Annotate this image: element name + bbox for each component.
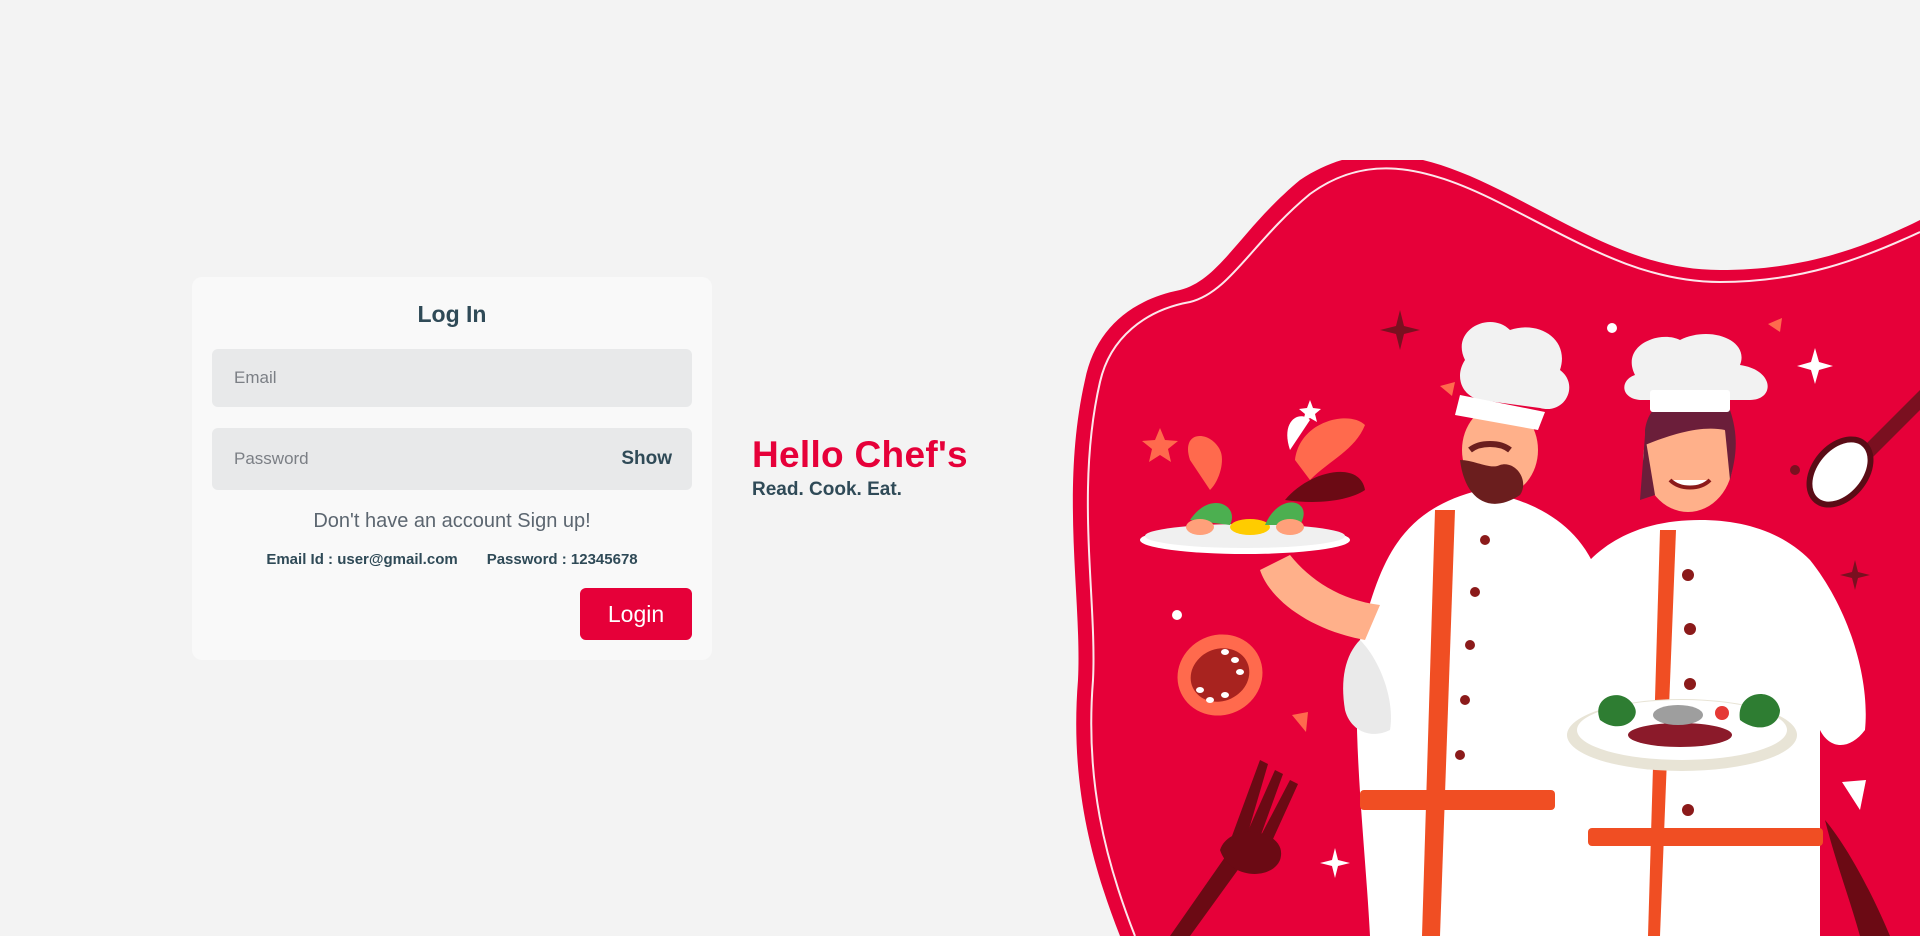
email-field-container[interactable] — [212, 349, 692, 407]
demo-credentials: Email Id : user@gmail.com Password : 123… — [212, 551, 692, 568]
demo-email-text: Email Id : user@gmail.com — [266, 551, 458, 568]
demo-password-text: Password : 12345678 — [486, 551, 638, 568]
hero-title: Hello Chef's — [752, 434, 968, 475]
signup-link[interactable]: Don't have an account Sign up! — [212, 510, 692, 533]
login-title: Log In — [417, 301, 487, 327]
password-input[interactable] — [232, 448, 622, 470]
login-card: Log In Show Don't have an account Sign u… — [192, 277, 712, 660]
show-password-button[interactable]: Show — [621, 448, 672, 470]
email-input[interactable] — [232, 367, 672, 389]
hero-subtitle: Read. Cook. Eat. — [752, 479, 902, 500]
password-field-container[interactable]: Show — [212, 428, 692, 490]
login-button[interactable]: Login — [580, 588, 692, 640]
chefs-illustration — [1072, 160, 1920, 936]
plate-right — [1567, 693, 1797, 771]
